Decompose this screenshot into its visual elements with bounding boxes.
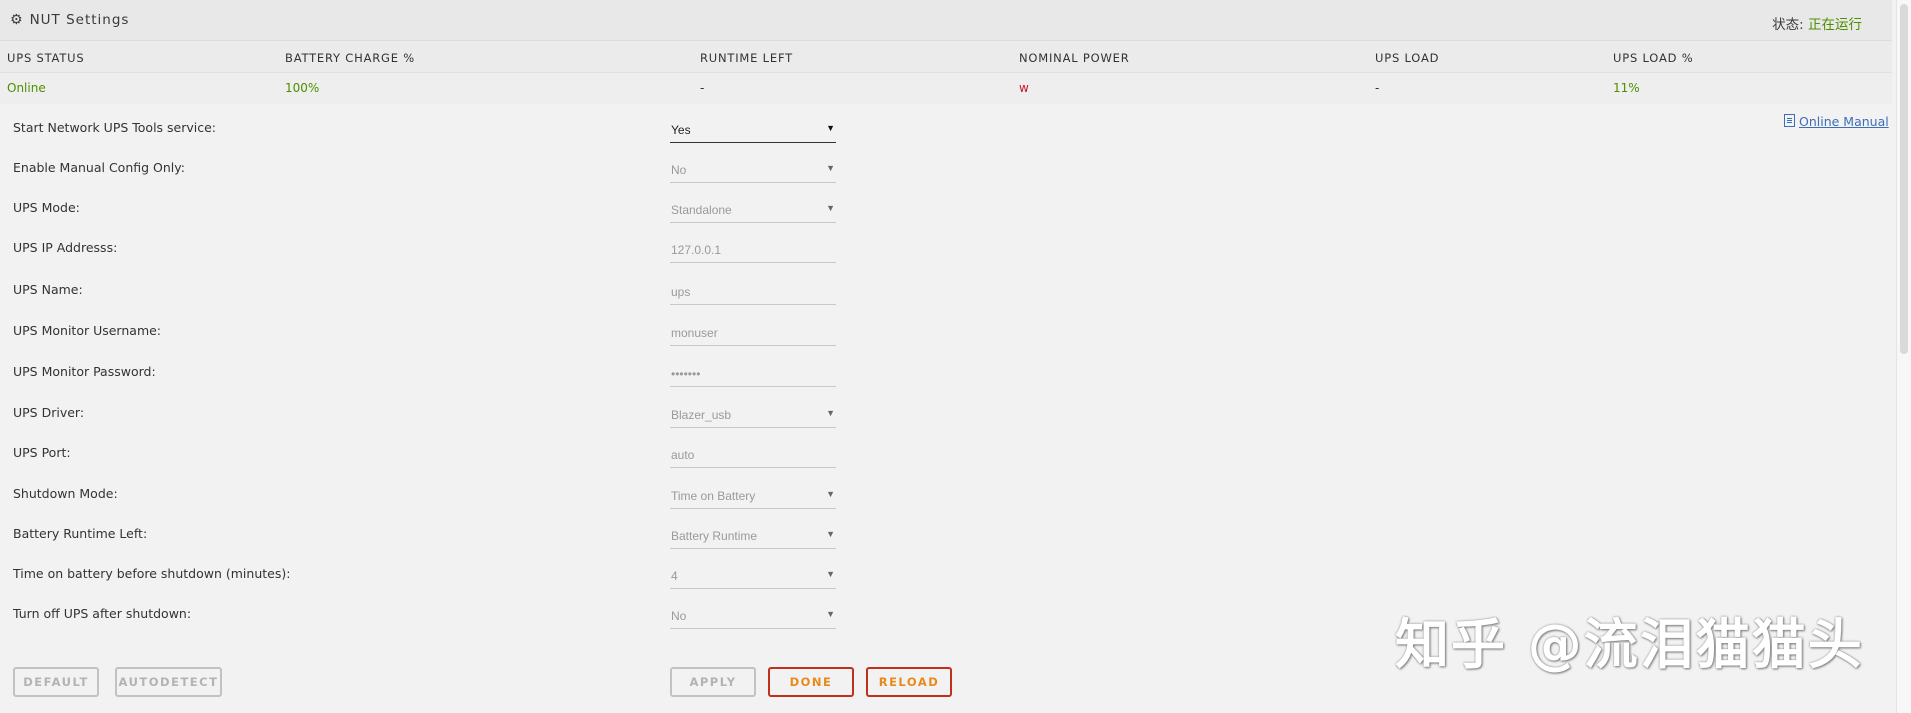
table-row: Online 100% - w - 11% [0,73,1892,104]
ups-name-input[interactable]: ups [670,276,836,305]
select-value: 4 [671,569,678,583]
col-runtime-left: RUNTIME LEFT [700,51,793,65]
col-ups-load: UPS LOAD [1375,51,1440,65]
runtime-left-value: - [700,81,705,95]
shutdown-mode-select[interactable]: Time on Battery ▼ [670,480,836,509]
field-ups-ip: UPS IP Addresss: 127.0.0.1 [0,234,900,264]
online-manual-label: Online Manual [1799,114,1889,129]
field-monitor-username: UPS Monitor Username: monuser [0,317,900,347]
field-label: Shutdown Mode: [13,486,118,501]
manual-config-select[interactable]: No ▼ [670,154,836,183]
monitor-password-input[interactable]: ••••••• [670,358,836,387]
select-value: Yes [671,123,691,137]
dropdown-arrow-icon: ▼ [826,529,835,539]
field-label: UPS Mode: [13,200,80,215]
select-value: Blazer_usb [671,408,732,422]
status-value: 正在运行 [1808,17,1862,33]
field-label: UPS Monitor Password: [13,364,156,379]
autodetect-button[interactable]: AUTODETECT [115,667,222,697]
dropdown-arrow-icon: ▼ [826,203,835,213]
select-value: No [671,609,687,623]
field-label: UPS IP Addresss: [13,240,118,255]
field-ups-port: UPS Port: auto [0,439,900,469]
select-value: No [671,163,687,177]
default-button[interactable]: DEFAULT [13,667,99,697]
field-label: Turn off UPS after shutdown: [13,606,192,621]
document-icon [1784,114,1795,127]
dropdown-arrow-icon: ▼ [826,569,835,579]
page-title: ⚙ NUT Settings [10,12,129,28]
battery-charge-value: 100% [285,81,320,95]
input-value: monuser [671,326,718,340]
select-value: Time on Battery [671,489,756,503]
input-value: auto [671,448,695,462]
dropdown-arrow-icon: ▼ [826,408,835,418]
done-button[interactable]: DONE [768,667,854,697]
dropdown-arrow-icon: ▼ [826,489,835,499]
dropdown-arrow-icon: ▼ [826,163,835,173]
field-start-service: Start Network UPS Tools service: Yes ▼ [0,114,900,144]
field-time-on-battery: Time on battery before shutdown (minutes… [0,560,900,590]
col-ups-load-percent: UPS LOAD % [1613,51,1694,65]
gear-icon: ⚙ [10,12,24,28]
field-shutdown-mode: Shutdown Mode: Time on Battery ▼ [0,480,900,510]
field-label: UPS Driver: [13,405,85,420]
online-manual-link[interactable]: Online Manual [1784,114,1889,129]
field-turn-off-ups: Turn off UPS after shutdown: No ▼ [0,600,900,630]
apply-button[interactable]: APPLY [670,667,756,697]
field-battery-runtime: Battery Runtime Left: Battery Runtime ▼ [0,520,900,550]
field-ups-name: UPS Name: ups [0,276,900,306]
monitor-username-input[interactable]: monuser [670,317,836,346]
field-label: Start Network UPS Tools service: [13,120,217,135]
input-value: ups [671,285,691,299]
turn-off-ups-select[interactable]: No ▼ [670,600,836,629]
ups-driver-select[interactable]: Blazer_usb ▼ [670,399,836,428]
dropdown-arrow-icon: ▼ [826,123,835,133]
col-battery-charge: BATTERY CHARGE % [285,51,416,65]
ups-status-value: Online [7,81,46,95]
field-label: Battery Runtime Left: [13,526,148,541]
ups-ip-input[interactable]: 127.0.0.1 [670,234,836,263]
page-title-text: NUT Settings [29,12,130,28]
field-label: Time on battery before shutdown (minutes… [13,566,291,581]
start-service-select[interactable]: Yes ▼ [670,114,836,143]
watermark: 知乎 @流泪猫猫头 [1395,613,1864,676]
field-label: UPS Name: [13,282,83,297]
field-ups-mode: UPS Mode: Standalone ▼ [0,194,900,224]
ups-port-input[interactable]: auto [670,439,836,468]
ups-load-value: - [1375,81,1380,95]
ups-load-percent-value: 11% [1613,81,1640,95]
field-manual-config: Enable Manual Config Only: No ▼ [0,154,900,184]
nominal-power-value: w [1019,81,1029,95]
settings-header: ⚙ NUT Settings 状态: 正在运行 [0,0,1892,41]
ups-status-table-header: UPS STATUS BATTERY CHARGE % RUNTIME LEFT… [0,41,1892,73]
dropdown-arrow-icon: ▼ [826,609,835,619]
field-label: UPS Monitor Username: [13,323,162,338]
time-on-battery-select[interactable]: 4 ▼ [670,560,836,589]
field-monitor-password: UPS Monitor Password: ••••••• [0,358,900,388]
field-ups-driver: UPS Driver: Blazer_usb ▼ [0,399,900,429]
status-label: 状态: [1772,17,1804,33]
scrollbar-thumb[interactable] [1900,4,1908,354]
reload-button[interactable]: RELOAD [866,667,952,697]
service-status: 状态: 正在运行 [1772,13,1862,33]
input-value: ••••••• [671,367,701,381]
input-value: 127.0.0.1 [671,243,722,257]
select-value: Battery Runtime [671,529,758,543]
battery-runtime-select[interactable]: Battery Runtime ▼ [670,520,836,549]
select-value: Standalone [671,203,732,217]
col-ups-status: UPS STATUS [7,51,85,65]
ups-mode-select[interactable]: Standalone ▼ [670,194,836,223]
field-label: UPS Port: [13,445,71,460]
vertical-scrollbar[interactable] [1896,0,1911,713]
field-label: Enable Manual Config Only: [13,160,185,175]
col-nominal-power: NOMINAL POWER [1019,51,1130,65]
